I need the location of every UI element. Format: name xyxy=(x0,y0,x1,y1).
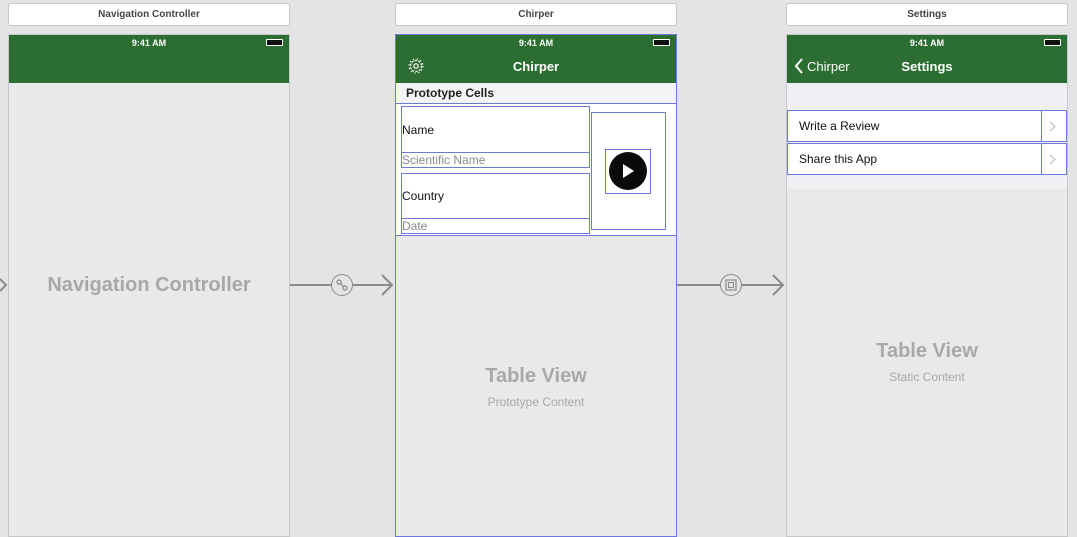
battery-icon xyxy=(266,39,283,46)
battery-icon xyxy=(1044,39,1061,46)
table-view-sublabel: Prototype Content xyxy=(487,395,585,409)
status-time: 9:41 AM xyxy=(131,38,167,48)
scene-title-chirper[interactable]: Chirper xyxy=(395,3,677,26)
status-time: 9:41 AM xyxy=(909,38,945,48)
show-segue-icon[interactable] xyxy=(720,274,742,296)
table-view-sublabel: Static Content xyxy=(889,370,965,384)
navigation-controller-label: Navigation Controller xyxy=(47,274,251,296)
settings-row-share-app[interactable]: Share this App xyxy=(787,143,1067,175)
row-label: Share this App xyxy=(799,152,878,166)
relationship-segue-icon[interactable] xyxy=(331,274,353,296)
chirper-scene[interactable]: 9:41 AM Chirper Prototype Cells Name Sci… xyxy=(395,34,677,537)
nav-bar: 9:41 AM Chirper xyxy=(396,35,676,83)
table-view-label: Table View xyxy=(876,340,978,362)
settings-row-write-review[interactable]: Write a Review xyxy=(787,110,1067,142)
chevron-right-icon xyxy=(1049,121,1056,132)
play-button[interactable] xyxy=(609,152,647,190)
navigation-controller-scene[interactable]: 9:41 AM Navigation Controller xyxy=(8,34,290,537)
table-view-label: Table View xyxy=(485,365,587,387)
nav-bar: 9:41 AM xyxy=(9,35,289,83)
scene-title-settings[interactable]: Settings xyxy=(786,3,1068,26)
incoming-segue-arrow-icon xyxy=(0,278,8,292)
scene-title-navigation-controller[interactable]: Navigation Controller xyxy=(8,3,290,26)
status-time: 9:41 AM xyxy=(518,38,554,48)
scientific-name-label: Scientific Name xyxy=(402,153,486,167)
relationship-segue-arrow-icon xyxy=(381,274,394,296)
play-icon xyxy=(623,164,634,178)
chevron-right-icon xyxy=(1049,154,1056,165)
row-label: Write a Review xyxy=(799,119,880,133)
name-label: Name xyxy=(402,123,435,137)
settings-scene[interactable]: 9:41 AM Chirper Settings Write a Review … xyxy=(786,34,1068,537)
show-segue-arrow-icon xyxy=(772,274,785,296)
nav-title: Chirper xyxy=(512,59,560,74)
date-label: Date xyxy=(402,219,428,233)
battery-icon xyxy=(653,39,670,46)
nav-title: Settings xyxy=(901,59,953,74)
section-header-label: Prototype Cells xyxy=(406,86,495,100)
prototype-cells-header: Prototype Cells xyxy=(396,83,676,103)
country-label: Country xyxy=(402,189,445,203)
date-label-box xyxy=(401,218,590,234)
nav-bar: 9:41 AM Chirper Settings xyxy=(787,35,1067,83)
